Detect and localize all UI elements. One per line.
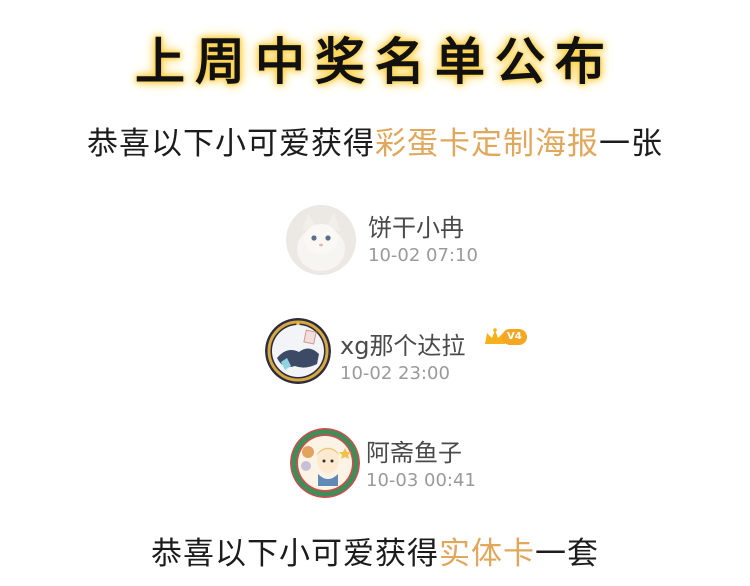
announcement-prefix: 恭喜以下小可爱获得 — [87, 126, 375, 162]
announcement-suffix: 一套 — [535, 536, 599, 572]
announcement-suffix: 一张 — [599, 126, 663, 162]
vip-level-badge: V4 — [484, 328, 527, 346]
prize-name-card-set: 实体卡 — [439, 536, 535, 572]
announcement-card-prize: 恭喜以下小可爱获得实体卡一套 — [0, 528, 750, 573]
winner-timestamp: 10-03 00:41 — [366, 470, 476, 491]
announcement-prefix: 恭喜以下小可爱获得 — [151, 536, 439, 572]
winner-name[interactable]: xg那个达拉 — [340, 326, 465, 361]
winner-timestamp: 10-02 07:10 — [368, 245, 478, 266]
vip-level-label: V4 — [502, 329, 527, 345]
announcement-poster-prize: 恭喜以下小可爱获得彩蛋卡定制海报一张 — [0, 118, 750, 163]
winner-timestamp: 10-02 23:00 — [340, 363, 450, 384]
winner-name[interactable]: 饼干小冉 — [368, 208, 464, 243]
page-title: 上周中奖名单公布 — [135, 33, 615, 91]
prize-name-poster: 彩蛋卡定制海报 — [375, 126, 599, 162]
avatar[interactable] — [265, 318, 331, 384]
avatar[interactable] — [290, 428, 360, 498]
avatar[interactable] — [286, 205, 356, 275]
winner-name[interactable]: 阿斋鱼子 — [366, 433, 462, 468]
